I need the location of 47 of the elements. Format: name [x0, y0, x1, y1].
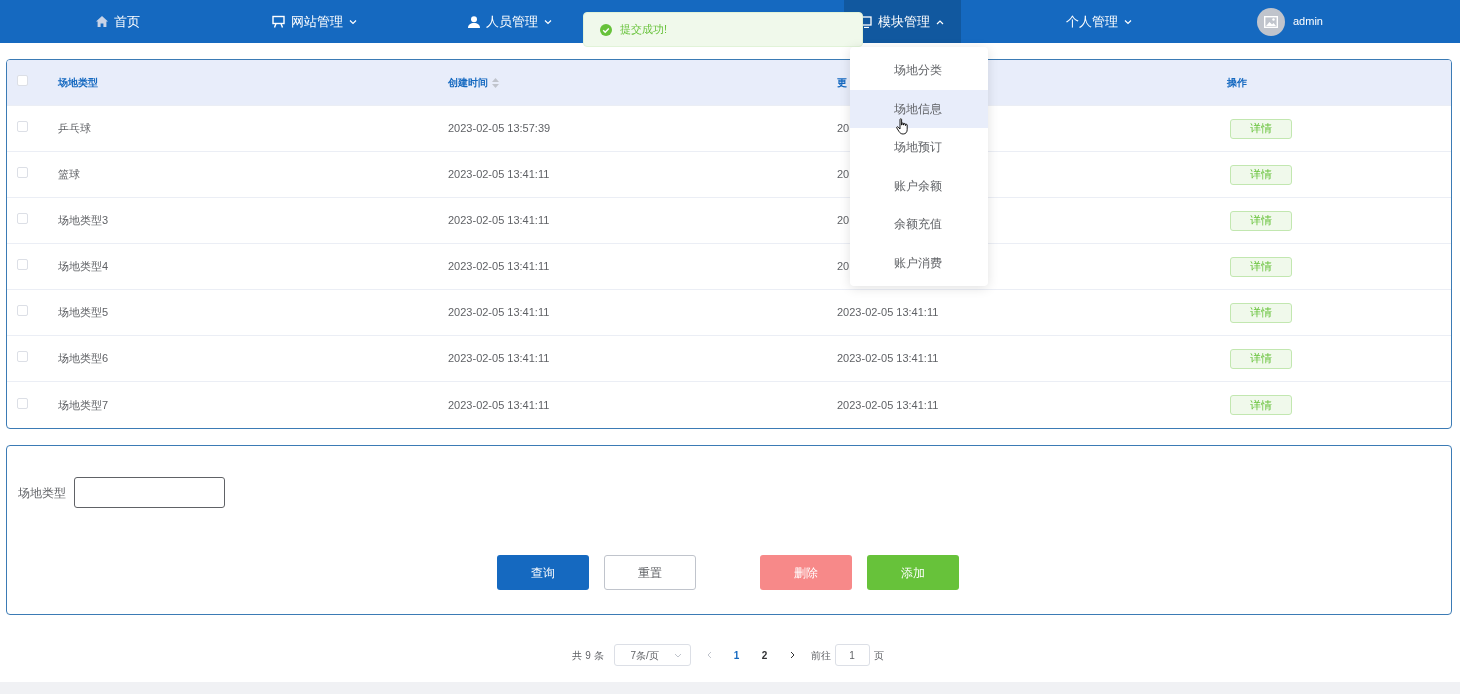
nav-item[interactable]: 网站管理: [216, 0, 412, 43]
field-label: 场地类型: [18, 484, 66, 502]
table-cell: 2023-02-05 13:57:39: [448, 122, 551, 135]
table-cell: 2023-02-05 13:41:11: [837, 352, 939, 365]
table-cell: 2023-02-05 13:41:11: [448, 168, 550, 181]
reset-button[interactable]: 重置: [604, 555, 696, 590]
search-button[interactable]: 查询: [497, 555, 589, 590]
menu-item[interactable]: 场地分类: [850, 51, 988, 90]
table-cell: 2023-02-05 13:41:11: [448, 306, 550, 319]
menu-item[interactable]: 账户余额: [850, 166, 988, 205]
goto-label: 前往: [810, 648, 831, 663]
page-number[interactable]: 2: [755, 647, 774, 663]
menu-item[interactable]: 场地预订: [850, 128, 988, 167]
table-cell: 场地类型4: [58, 260, 109, 273]
table-cell: 20: [837, 122, 850, 135]
page-number[interactable]: 1: [727, 647, 746, 663]
column-header[interactable]: 创建时间: [448, 75, 488, 90]
table-cell: 20: [837, 260, 850, 273]
table-cell: 篮球: [58, 168, 80, 181]
table-cell: 2023-02-05 13:41:11: [448, 398, 550, 411]
table-cell: 场地类型7: [58, 398, 109, 411]
menu-item[interactable]: 账户消费: [850, 243, 988, 282]
table-cell: 2023-02-05 13:41:11: [837, 398, 939, 411]
column-header: 更: [837, 76, 847, 90]
table-cell: 场地类型6: [58, 352, 109, 365]
table-cell: 20: [837, 214, 850, 227]
nav-item[interactable]: 人员管理: [412, 0, 608, 43]
table-cell: 场地类型3: [58, 214, 109, 227]
table-cell: 20: [837, 168, 850, 181]
page-input[interactable]: 1: [834, 644, 870, 666]
nav-item[interactable]: 个人管理: [1001, 0, 1197, 43]
table-cell: 乒乓球: [58, 122, 91, 135]
table-cell: 2023-02-05 13:41:11: [448, 352, 550, 365]
table-cell: 2023-02-05 13:41:11: [837, 306, 939, 319]
table-cell: 2023-02-05 13:41:11: [448, 214, 550, 227]
user-name: admin: [1293, 14, 1323, 30]
menu-item[interactable]: 余额充值: [850, 205, 988, 244]
toast-message: 提交成功!: [620, 22, 668, 38]
page-suffix: 页: [873, 648, 884, 663]
nav-item[interactable]: 首页: [20, 0, 216, 43]
page-size-select[interactable]: 7条/页: [613, 644, 691, 666]
total-count: 共 9 条: [572, 648, 604, 663]
table-cell: 场地类型5: [58, 306, 109, 319]
column-header: 场地类型: [58, 76, 98, 90]
menu-item[interactable]: 场地信息: [850, 89, 988, 128]
column-header: 操作: [1227, 76, 1247, 90]
table-cell: 2023-02-05 13:41:11: [448, 260, 550, 273]
